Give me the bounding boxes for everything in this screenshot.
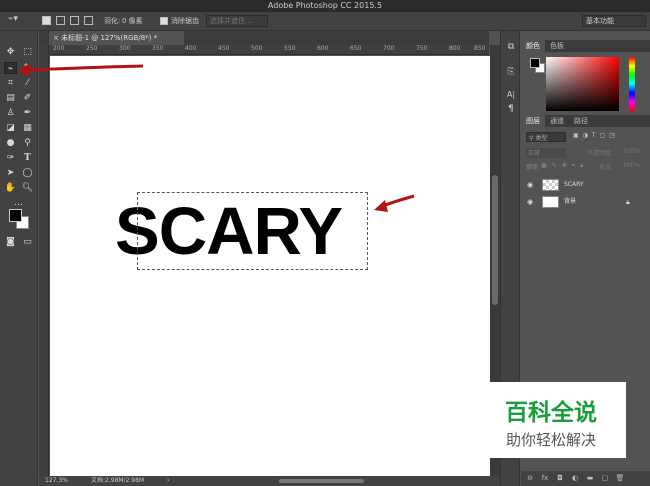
panel-foreground-swatch[interactable] (530, 58, 540, 68)
watermark-logo: 百科全说 助你轻松解决 (476, 382, 626, 458)
arrow-to-selection-icon (374, 194, 415, 212)
watermark-title: 百科全说 (505, 400, 597, 426)
foreground-color-swatch[interactable] (9, 209, 22, 222)
watermark-subtitle: 助你轻松解决 (505, 431, 596, 449)
arrow-to-lasso-icon (18, 63, 144, 77)
